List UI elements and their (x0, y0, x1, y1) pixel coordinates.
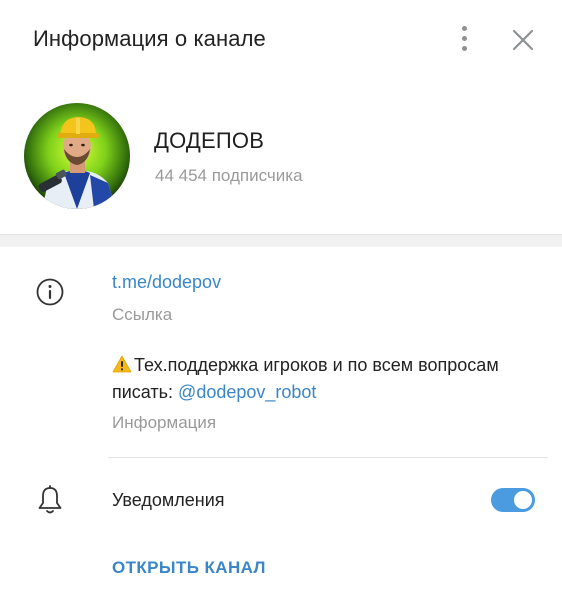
description-caption: Информация (112, 413, 217, 432)
bot-mention-link[interactable]: @dodepov_robot (178, 382, 316, 402)
notifications-label: Уведомления (112, 490, 225, 510)
notifications-toggle[interactable] (491, 488, 535, 512)
link-caption: Ссылка (112, 305, 173, 324)
section-divider (0, 234, 562, 247)
subscriber-count: 44 454 подписчика (155, 166, 303, 185)
channel-name: ДОДЕПОВ (154, 128, 265, 153)
page-title: Информация о канале (33, 26, 266, 51)
channel-description: Тех.поддержка игроков и по всем вопросам… (112, 352, 512, 406)
warning-icon (112, 354, 132, 373)
bell-icon (35, 484, 65, 516)
more-vertical-icon[interactable] (455, 24, 475, 56)
close-icon[interactable] (510, 27, 536, 53)
divider (108, 457, 548, 458)
open-channel-button[interactable]: ОТКРЫТЬ КАНАЛ (112, 558, 266, 578)
toggle-knob (514, 491, 532, 509)
channel-info-panel: Информация о канале ДОДЕПОВ 44 454 подпи… (0, 0, 562, 602)
channel-link[interactable]: t.me/dodepov (112, 272, 221, 293)
header: Информация о канале (0, 0, 562, 80)
info-icon (35, 277, 65, 307)
avatar[interactable] (24, 103, 130, 209)
